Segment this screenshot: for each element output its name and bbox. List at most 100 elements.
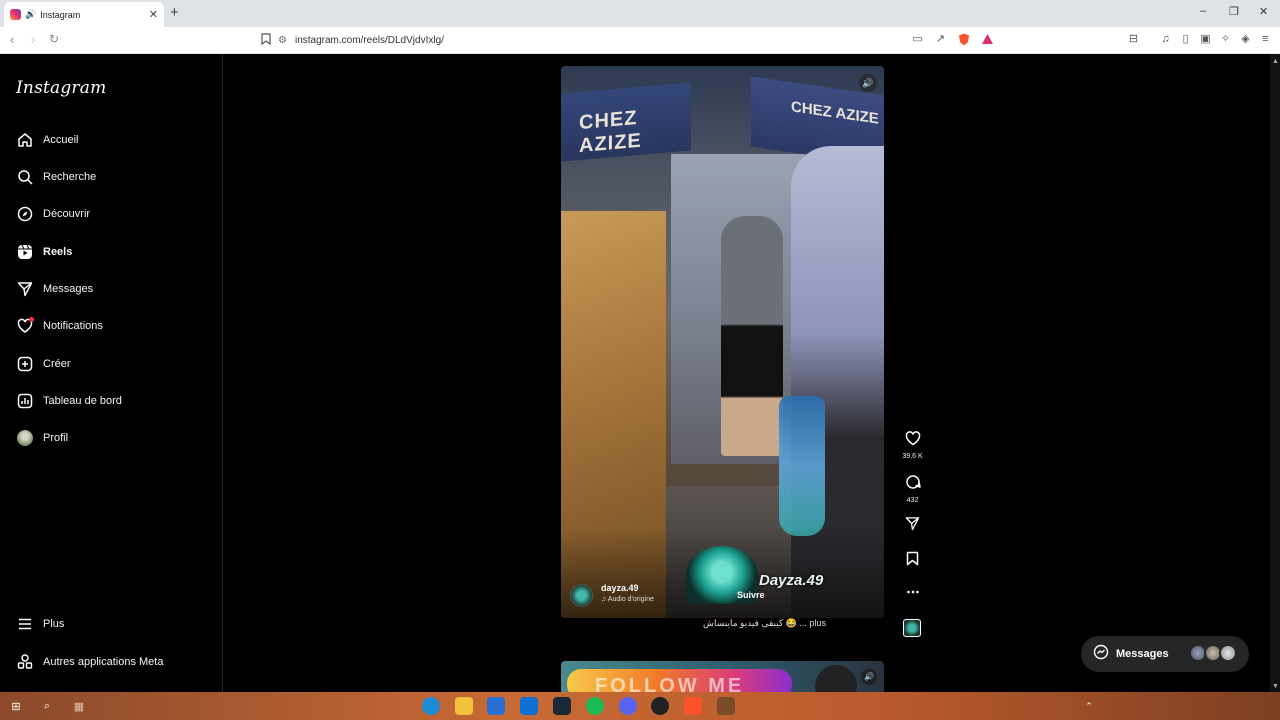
author-name[interactable]: dayza.49 xyxy=(601,583,639,593)
sidebar-item-label: Tableau de bord xyxy=(43,395,122,407)
sidebar-icon[interactable]: ▯ xyxy=(1179,33,1192,46)
bookmark-icon[interactable] xyxy=(259,33,272,46)
heart-icon xyxy=(900,431,925,451)
maximize-button[interactable]: ❐ xyxy=(1229,5,1239,18)
sidebar-item-accueil[interactable]: Accueil xyxy=(16,128,78,152)
compass-icon xyxy=(16,206,33,223)
sidebar-item-label: Notifications xyxy=(43,320,103,332)
reels-icon xyxy=(16,244,33,261)
messages-pill[interactable]: Messages xyxy=(1081,636,1249,672)
comment-icon xyxy=(900,474,925,495)
shop-sign-left: CHEZ AZIZE xyxy=(561,82,691,162)
avatar xyxy=(1219,644,1237,662)
reel-video[interactable]: CHEZ AZIZE CHEZ AZIZE 🔊 Dayza.49 dayza.4… xyxy=(561,66,884,618)
sidebar-item-label: Découvrir xyxy=(43,208,91,220)
tray-icons[interactable]: ⌃ xyxy=(1080,697,1098,715)
site-settings-icon[interactable]: ⚙ xyxy=(278,35,287,46)
file-explorer-icon[interactable] xyxy=(455,697,473,715)
app-icon[interactable] xyxy=(717,697,735,715)
send-icon xyxy=(900,516,925,536)
instagram-sidebar: Instagram Accueil Recherche Découvrir Re… xyxy=(0,54,223,692)
browser-menu-icon[interactable]: ≡ xyxy=(1259,33,1272,46)
taskbar-search-icon[interactable]: ⌕ xyxy=(38,697,56,715)
audio-label[interactable]: ♫ Audio d'origine xyxy=(601,596,654,603)
sidebar-item-meta-apps[interactable]: Autres applications Meta xyxy=(16,650,163,674)
address-bar[interactable]: ⚙ instagram.com/reels/DLdVjdvIxlg/ xyxy=(278,30,998,51)
instagram-favicon-icon xyxy=(10,9,21,20)
send-icon xyxy=(16,281,33,298)
follow-button[interactable]: Suivre xyxy=(737,590,765,600)
outlook-icon[interactable] xyxy=(520,697,538,715)
calculator-icon[interactable] xyxy=(487,697,505,715)
watermark-text: Dayza.49 xyxy=(759,572,824,589)
close-tab-icon[interactable]: ✕ xyxy=(149,8,158,21)
more-options-button[interactable] xyxy=(900,585,925,604)
sidebar-item-recherche[interactable]: Recherche xyxy=(16,165,96,189)
edge-icon[interactable] xyxy=(422,697,440,715)
discord-icon[interactable] xyxy=(619,697,637,715)
heart-icon xyxy=(16,316,34,335)
sidebar-item-tableau-de-bord[interactable]: Tableau de bord xyxy=(16,389,122,413)
scroll-up-icon[interactable]: ▲ xyxy=(1272,58,1279,65)
reload-icon[interactable]: ↻ xyxy=(49,32,59,46)
browser-toolbar: ‹ › ↻ ⚙ instagram.com/reels/DLdVjdvIxlg/… xyxy=(0,27,1280,54)
share-icon[interactable]: ↗ xyxy=(934,33,947,46)
share-button[interactable] xyxy=(900,516,925,536)
sidebar-item-label: Messages xyxy=(43,283,94,295)
speaker-icon[interactable]: 🔊 xyxy=(25,9,36,20)
like-button[interactable]: 39,6 K xyxy=(900,431,925,460)
sidebar-item-label: Créer xyxy=(43,358,71,370)
vpn-icon[interactable]: ◈ xyxy=(1239,33,1252,46)
volume-icon[interactable]: 🔊 xyxy=(861,669,877,685)
sidebar-item-label: Autres applications Meta xyxy=(43,656,164,668)
comment-count: 432 xyxy=(906,497,919,504)
sidebar-item-label: Plus xyxy=(43,618,65,630)
reel-caption[interactable]: كيبقى فيديو ماينساش 😂 ... plus xyxy=(703,618,826,629)
sidebar-item-creer[interactable]: Créer xyxy=(16,352,71,376)
cast-icon[interactable]: ▭ xyxy=(911,33,924,46)
plastic-bag xyxy=(779,396,825,536)
sidebar-item-reels[interactable]: Reels xyxy=(16,240,72,264)
volume-icon[interactable]: 🔊 xyxy=(859,74,877,92)
sidebar-item-messages[interactable]: Messages xyxy=(16,277,93,301)
instagram-logo[interactable]: Instagram xyxy=(16,78,106,98)
forward-icon[interactable]: › xyxy=(31,32,35,47)
sidebar-item-decouvrir[interactable]: Découvrir xyxy=(16,202,90,226)
scroll-down-icon[interactable]: ▼ xyxy=(1272,683,1279,690)
person-in-vest xyxy=(721,216,783,456)
brave-rewards-icon[interactable] xyxy=(981,33,994,46)
minimize-button[interactable]: – xyxy=(1200,5,1206,17)
home-icon xyxy=(16,132,33,149)
search-icon xyxy=(16,169,33,186)
steam-icon[interactable] xyxy=(553,697,571,715)
brave-shield-icon[interactable] xyxy=(957,33,970,46)
close-window-button[interactable]: ✕ xyxy=(1259,5,1268,18)
task-view-icon[interactable]: ▦ xyxy=(70,697,88,715)
follow-me-banner: FOLLOW ME xyxy=(567,669,792,692)
brave-taskbar-icon[interactable] xyxy=(684,697,702,715)
save-button[interactable] xyxy=(900,551,925,571)
windows-taskbar: ⊞ ⌕ ▦ ⌃ xyxy=(0,692,1280,720)
comment-button[interactable]: 432 xyxy=(900,474,925,504)
next-reel-preview[interactable]: FOLLOW ME 🔊 xyxy=(561,661,884,692)
windows-start-icon[interactable]: ⊞ xyxy=(7,697,25,715)
notification-dot xyxy=(29,316,34,322)
back-icon[interactable]: ‹ xyxy=(10,32,14,47)
plus-square-icon xyxy=(16,356,33,373)
avatar xyxy=(16,430,33,447)
new-tab-button[interactable]: + xyxy=(170,4,179,21)
obs-icon[interactable] xyxy=(651,697,669,715)
author-avatar[interactable] xyxy=(570,584,593,607)
sidebar-item-plus[interactable]: Plus xyxy=(16,612,64,636)
media-icon[interactable]: ♫ xyxy=(1159,33,1172,46)
leo-ai-icon[interactable]: ✧ xyxy=(1219,33,1232,46)
browser-tab-bar: 🔊 Instagram ✕ + – ❐ ✕ xyxy=(0,0,1280,27)
browser-tab[interactable]: 🔊 Instagram ✕ xyxy=(4,2,164,27)
wallet-icon[interactable]: ▣ xyxy=(1199,33,1212,46)
sidebar-item-profil[interactable]: Profil xyxy=(16,426,68,450)
sidebar-item-notifications[interactable]: Notifications xyxy=(16,314,103,338)
audio-thumbnail[interactable] xyxy=(903,619,921,637)
spotify-icon[interactable] xyxy=(586,697,604,715)
tab-search-icon[interactable]: ⊟ xyxy=(1127,33,1140,46)
page-scrollbar[interactable]: ▲ ▼ xyxy=(1270,54,1280,692)
